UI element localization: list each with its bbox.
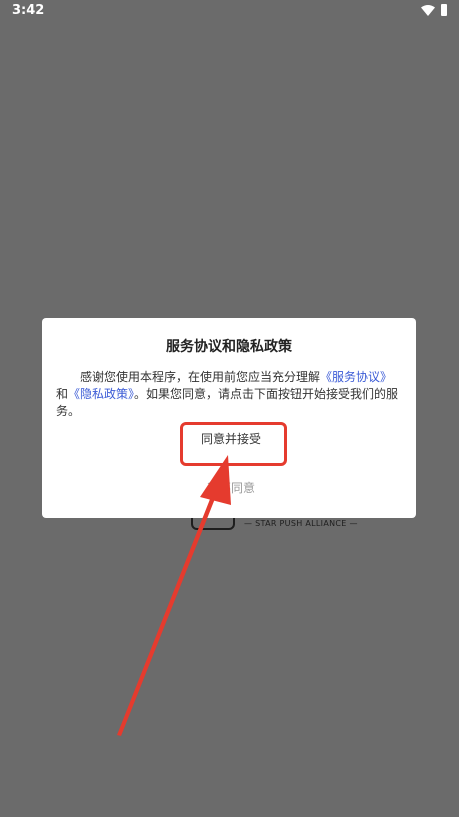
background-alliance-text: — STAR PUSH ALLIANCE — [244,519,358,528]
screen: 3:42 — STAR PUSH ALLIANCE — 服务协议和隐私政策 感谢… [0,0,459,817]
dialog-body-prefix: 感谢您使用本程序，在使用前您应当充分理解 [80,370,321,384]
status-icons [421,3,447,17]
decline-button[interactable]: 我不同意 [181,475,281,499]
privacy-dialog: 服务协议和隐私政策 感谢您使用本程序，在使用前您应当充分理解《服务协议》和《隐私… [42,318,416,518]
privacy-policy-link[interactable]: 《隐私政策》 [68,387,134,401]
accept-button[interactable]: 同意并接受 [181,421,281,455]
service-agreement-link[interactable]: 《服务协议》 [320,370,392,384]
battery-icon [441,4,447,16]
status-time: 3:42 [12,3,45,18]
dialog-title: 服务协议和隐私政策 [166,339,292,355]
wifi-icon [421,4,435,16]
status-bar: 3:42 [0,0,459,22]
dialog-body-and: 和 [56,387,69,401]
dialog-body: 感谢您使用本程序，在使用前您应当充分理解《服务协议》和《隐私政策》。如果您同意，… [56,369,402,420]
